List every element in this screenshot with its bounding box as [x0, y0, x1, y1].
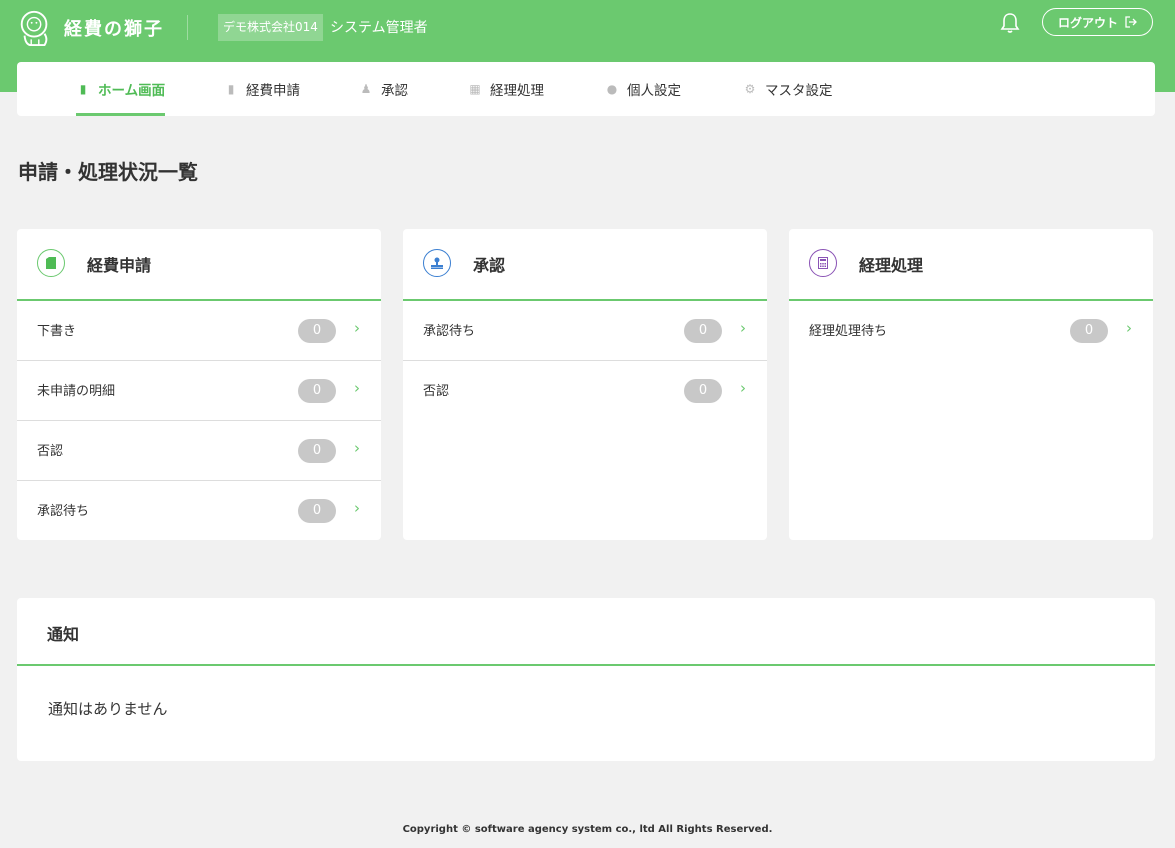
list-item[interactable]: 承認待ち 0 › [17, 481, 381, 540]
logout-icon [1125, 16, 1137, 28]
nav-item-master[interactable]: ⚙ マスタ設定 [743, 62, 833, 116]
document-icon: ▮ [79, 82, 87, 96]
chevron-right-icon: › [1126, 319, 1132, 337]
card-title: 承認 [473, 256, 506, 275]
list-item[interactable]: 経理処理待ち 0 › [789, 301, 1153, 360]
count-badge: 0 [684, 319, 722, 343]
main-nav: ▮ ホーム画面 ▮ 経費申請 ♟ 承認 ▦ 経理処理 ● 個人設定 ⚙ マスタ設… [17, 62, 1155, 116]
card-title: 経理処理 [859, 256, 924, 275]
count-badge: 0 [298, 319, 336, 343]
row-label: 未申請の明細 [37, 384, 116, 399]
row-label: 否認 [37, 444, 64, 459]
logout-button[interactable]: ログアウト [1042, 8, 1153, 36]
count-badge: 0 [1070, 319, 1108, 343]
row-label: 承認待ち [423, 324, 476, 339]
logout-label: ログアウト [1057, 15, 1118, 30]
notice-empty-text: 通知はありません [48, 700, 168, 718]
brand-name[interactable]: 経費の獅子 [64, 15, 164, 41]
card-icon-circle [423, 249, 451, 277]
bell-icon[interactable] [1000, 12, 1020, 34]
chevron-right-icon: › [740, 319, 746, 337]
nav-item-label: 承認 [381, 83, 408, 99]
notice-title: 通知 [47, 625, 80, 644]
page-title: 申請・処理状況一覧 [18, 160, 198, 184]
nav-item-label: ホーム画面 [98, 83, 166, 99]
nav-item-home[interactable]: ▮ ホーム画面 [76, 62, 166, 116]
nav-item-label: 経費申請 [246, 83, 300, 99]
count-badge: 0 [298, 439, 336, 463]
list-item[interactable]: 承認待ち 0 › [403, 301, 767, 361]
row-label: 下書き [37, 324, 77, 339]
row-label: 経理処理待ち [809, 324, 888, 339]
document-icon [46, 257, 56, 269]
calculator-icon [818, 257, 828, 269]
nav-item-label: 個人設定 [627, 83, 681, 99]
stamp-icon [431, 257, 443, 269]
company-badge: デモ株式会社014 [218, 14, 323, 41]
header-divider [187, 15, 188, 40]
chevron-right-icon: › [740, 379, 746, 397]
card-icon-circle [809, 249, 837, 277]
chevron-right-icon: › [354, 499, 360, 517]
expense-card: 経費申請 下書き 0 › 未申請の明細 0 › 否認 0 › 承認待ち 0 › [17, 229, 381, 540]
card-header: 経理処理 [789, 229, 1153, 301]
list-item[interactable]: 下書き 0 › [17, 301, 381, 361]
notice-header: 通知 [17, 598, 1155, 666]
chevron-right-icon: › [354, 439, 360, 457]
card-header: 経費申請 [17, 229, 381, 301]
person-icon: ● [606, 82, 618, 96]
user-role: システム管理者 [330, 20, 428, 36]
card-header: 承認 [403, 229, 767, 301]
list-item[interactable]: 未申請の明細 0 › [17, 361, 381, 421]
nav-item-label: 経理処理 [490, 83, 544, 99]
nav-item-accounting[interactable]: ▦ 経理処理 [468, 62, 544, 116]
row-label: 否認 [423, 384, 450, 399]
chevron-right-icon: › [354, 379, 360, 397]
nav-item-personal[interactable]: ● 個人設定 [605, 62, 681, 116]
nav-item-expense[interactable]: ▮ 経費申請 [224, 62, 300, 116]
notice-panel: 通知 通知はありません [17, 598, 1155, 761]
calculator-icon: ▦ [469, 82, 481, 96]
card-title: 経費申請 [87, 256, 152, 275]
count-badge: 0 [298, 499, 336, 523]
list-item[interactable]: 否認 0 › [403, 361, 767, 420]
gear-icon: ⚙ [744, 82, 756, 96]
card-icon-circle [37, 249, 65, 277]
approval-card: 承認 承認待ち 0 › 否認 0 › [403, 229, 767, 540]
row-label: 承認待ち [37, 504, 90, 519]
count-badge: 0 [298, 379, 336, 403]
document-icon: ▮ [227, 82, 235, 96]
chevron-right-icon: › [354, 319, 360, 337]
lion-logo-icon[interactable] [16, 9, 54, 47]
footer-copyright: Copyright © software agency system co., … [402, 824, 773, 835]
nav-item-label: マスタ設定 [765, 83, 833, 99]
stamp-icon: ♟ [360, 82, 372, 96]
accounting-card: 経理処理 経理処理待ち 0 › [789, 229, 1153, 540]
count-badge: 0 [684, 379, 722, 403]
nav-item-approval[interactable]: ♟ 承認 [359, 62, 408, 116]
list-item[interactable]: 否認 0 › [17, 421, 381, 481]
